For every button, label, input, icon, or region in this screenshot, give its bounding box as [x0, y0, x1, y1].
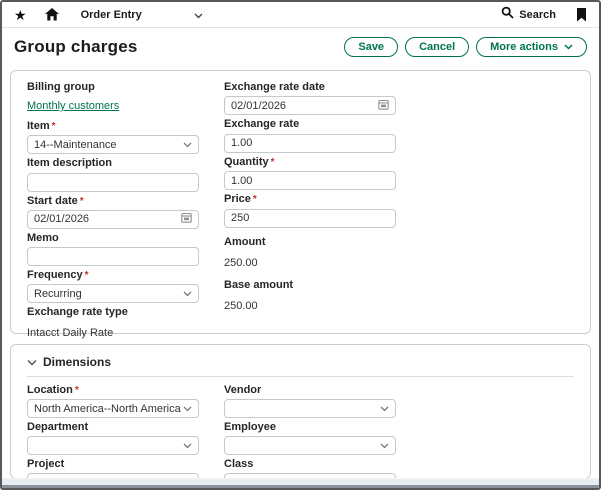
department-select[interactable]	[27, 436, 199, 455]
required-asterisk: *	[253, 194, 257, 205]
more-actions-button[interactable]: More actions	[476, 37, 587, 57]
calendar-icon[interactable]	[181, 212, 192, 226]
home-icon[interactable]	[45, 8, 59, 21]
bottom-strip	[2, 478, 599, 488]
required-asterisk: *	[52, 121, 56, 132]
exchange-rate-date-field: Exchange rate date 02/01/2026	[224, 81, 396, 115]
header-actions: Save Cancel More actions	[344, 37, 587, 57]
chevron-down-icon	[183, 288, 192, 300]
item-label: Item	[27, 120, 50, 132]
exchange-rate-label: Exchange rate	[224, 118, 396, 131]
top-navigation-bar: ★ Order Entry Search	[2, 2, 599, 28]
department-field: Department	[27, 421, 199, 455]
page-title: Group charges	[14, 37, 138, 57]
search-label: Search	[519, 9, 556, 21]
star-icon[interactable]: ★	[14, 8, 27, 22]
chevron-down-icon	[564, 41, 573, 53]
cancel-button[interactable]: Cancel	[405, 37, 469, 57]
app-menu-dropdown[interactable]: Order Entry	[81, 6, 203, 24]
vendor-label: Vendor	[224, 384, 396, 397]
quantity-field: Quantity*	[224, 156, 396, 191]
item-description-field: Item description	[27, 157, 199, 192]
project-label: Project	[27, 458, 199, 471]
item-description-input[interactable]	[27, 173, 199, 192]
search-icon	[501, 6, 514, 24]
exchange-rate-date-input[interactable]: 02/01/2026	[224, 96, 396, 115]
billing-group-link[interactable]: Monthly customers	[27, 99, 119, 113]
chevron-down-icon	[183, 139, 192, 151]
quantity-label: Quantity	[224, 156, 269, 168]
exchange-rate-date-label: Exchange rate date	[224, 81, 396, 94]
exchange-rate-input[interactable]	[224, 134, 396, 153]
bookmark-icon[interactable]	[576, 8, 587, 22]
frequency-label: Frequency	[27, 269, 83, 281]
location-field: Location* North America--North America	[27, 384, 199, 418]
dimensions-section-toggle[interactable]: Dimensions	[27, 353, 574, 377]
location-label: Location	[27, 384, 73, 396]
quantity-input[interactable]	[224, 171, 396, 190]
frequency-select[interactable]: Recurring	[27, 284, 199, 303]
start-date-input[interactable]: 02/01/2026	[27, 210, 199, 229]
memo-label: Memo	[27, 232, 199, 245]
calendar-icon[interactable]	[378, 99, 389, 113]
memo-field: Memo	[27, 232, 199, 267]
amount-field: Amount 250.00	[224, 236, 396, 271]
app-window: ★ Order Entry Search Group charges	[0, 0, 601, 490]
frequency-field: Frequency* Recurring	[27, 269, 199, 303]
search-button[interactable]: Search	[501, 6, 556, 24]
chevron-down-icon	[380, 440, 389, 452]
start-date-label: Start date	[27, 195, 78, 207]
required-asterisk: *	[85, 270, 89, 281]
exchange-rate-type-label: Exchange rate type	[27, 306, 199, 319]
vendor-field: Vendor	[224, 384, 396, 418]
price-field: Price*	[224, 193, 396, 228]
vendor-select[interactable]	[224, 399, 396, 418]
base-amount-label: Base amount	[224, 279, 396, 292]
employee-label: Employee	[224, 421, 396, 434]
location-select[interactable]: North America--North America	[27, 399, 199, 418]
chevron-down-icon	[194, 6, 203, 24]
app-menu-label: Order Entry	[81, 9, 142, 21]
chevron-down-icon	[183, 440, 192, 452]
chevron-down-icon	[380, 403, 389, 415]
exchange-rate-field: Exchange rate	[224, 118, 396, 153]
bottom-bar	[2, 485, 599, 488]
item-select[interactable]: 14--Maintenance	[27, 135, 199, 154]
start-date-field: Start date* 02/01/2026	[27, 195, 199, 229]
item-field: Item* 14--Maintenance	[27, 120, 199, 154]
employee-field: Employee	[224, 421, 396, 455]
base-amount-value: 250.00	[224, 300, 258, 312]
save-button[interactable]: Save	[344, 37, 398, 57]
dimensions-section-title: Dimensions	[43, 355, 111, 369]
chevron-down-icon	[27, 353, 37, 371]
department-label: Department	[27, 421, 199, 434]
group-charge-form-panel: Billing group Monthly customers Item* 14…	[10, 70, 591, 334]
required-asterisk: *	[75, 385, 79, 396]
page-header: Group charges Save Cancel More actions	[2, 28, 599, 66]
employee-select[interactable]	[224, 436, 396, 455]
exchange-rate-type-field: Exchange rate type Intacct Daily Rate	[27, 306, 199, 341]
class-label: Class	[224, 458, 396, 471]
price-input[interactable]	[224, 209, 396, 228]
billing-group-label: Billing group	[27, 81, 199, 94]
amount-label: Amount	[224, 236, 396, 249]
required-asterisk: *	[271, 157, 275, 168]
base-amount-field: Base amount 250.00	[224, 279, 396, 314]
item-description-label: Item description	[27, 157, 199, 170]
dimensions-panel: Dimensions Location* North America--Nort…	[10, 344, 591, 479]
exchange-rate-type-value: Intacct Daily Rate	[27, 327, 113, 339]
required-asterisk: *	[80, 196, 84, 207]
amount-value: 250.00	[224, 257, 258, 269]
memo-input[interactable]	[27, 247, 199, 266]
price-label: Price	[224, 193, 251, 205]
billing-group-field: Billing group Monthly customers	[27, 81, 199, 117]
chevron-down-icon	[183, 403, 192, 415]
